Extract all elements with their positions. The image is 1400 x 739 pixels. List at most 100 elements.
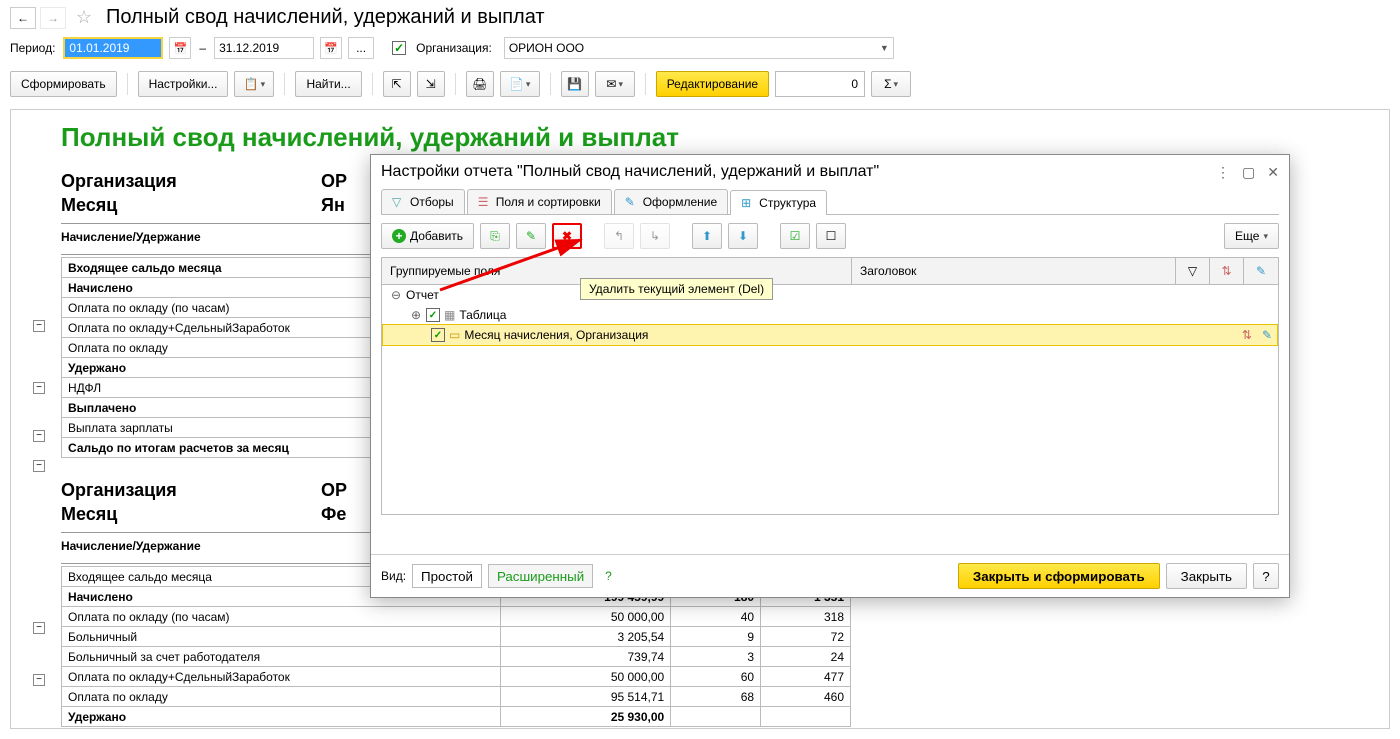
close-and-generate-button[interactable]: Закрыть и сформировать (958, 563, 1160, 589)
outline-collapse-icon[interactable]: − (33, 460, 45, 472)
table-row[interactable]: Оплата по окладу+СдельныйЗаработок50 000… (62, 667, 851, 687)
month-header-value: Фе (321, 502, 346, 526)
number-input[interactable] (775, 71, 865, 97)
find-button[interactable]: Найти... (295, 71, 361, 97)
edit-item-icon[interactable]: ✎ (516, 223, 546, 249)
table-row[interactable]: Оплата по окладу95 514,7168460 (62, 687, 851, 707)
table-icon: ▦ (444, 308, 455, 322)
tree-row-table[interactable]: ⊕ ✓ ▦ Таблица (382, 305, 1278, 325)
row-style-icon[interactable]: ✎ (1262, 328, 1272, 342)
chevron-down-icon: ▼ (880, 43, 889, 53)
period-label: Период: (10, 41, 55, 55)
outline-gutter: − − − − − − (33, 320, 53, 729)
tree-checkbox[interactable]: ✓ (431, 328, 445, 342)
month-header-value: Ян (321, 193, 345, 217)
month-header-label: Месяц (61, 502, 321, 526)
table-row[interactable]: Больничный3 205,54972 (62, 627, 851, 647)
forward-button[interactable]: → (40, 7, 66, 29)
collapse-all-icon[interactable]: ⇲ (417, 71, 445, 97)
page-title: Полный свод начислений, удержаний и выпл… (106, 6, 545, 29)
tree-row-report[interactable]: ⊖ Отчет (382, 285, 1278, 305)
expand-icon[interactable]: ⊕ (410, 308, 422, 322)
row-sort-icon[interactable]: ⇅ (1242, 328, 1252, 342)
report-title: Полный свод начислений, удержаний и выпл… (61, 122, 1389, 153)
tab-row: Отборы Поля и сортировки Оформление Стру… (381, 189, 1279, 215)
month-header-label: Месяц (61, 193, 321, 217)
structure-icon (741, 196, 755, 210)
filter-icon (392, 195, 406, 209)
table-row[interactable]: Удержано25 930,00 (62, 707, 851, 727)
fields-icon (478, 195, 492, 209)
org-header-value: ОР (321, 478, 347, 502)
tree-checkbox[interactable]: ✓ (426, 308, 440, 322)
tab-filters[interactable]: Отборы (381, 189, 465, 214)
maximize-icon[interactable]: ▢ (1242, 164, 1255, 181)
filter-column-icon[interactable]: ▽ (1176, 258, 1210, 284)
edit-mode-button[interactable]: Редактирование (656, 71, 769, 97)
add-group-icon[interactable]: ⎘ (480, 223, 510, 249)
check-all-icon[interactable]: ☑ (780, 223, 810, 249)
grid-header: Группируемые поля Заголовок ▽ ⇅ ✎ (381, 257, 1279, 285)
close-icon[interactable]: ✕ (1267, 164, 1279, 181)
date-from-calendar-icon[interactable]: 📅 (169, 37, 191, 59)
outline-collapse-icon[interactable]: − (33, 674, 45, 686)
outline-collapse-icon[interactable]: − (33, 320, 45, 332)
outline-collapse-icon[interactable]: − (33, 622, 45, 634)
org-value: ОРИОН ООО (509, 41, 584, 55)
date-to-input[interactable] (214, 37, 314, 59)
uncheck-all-icon[interactable]: ☐ (816, 223, 846, 249)
close-button[interactable]: Закрыть (1166, 563, 1247, 589)
org-label: Организация: (416, 41, 492, 55)
org-select[interactable]: ОРИОН ООО ▼ (504, 37, 894, 59)
mode-simple-button[interactable]: Простой (412, 564, 482, 588)
print-icon[interactable]: 🖨 (466, 71, 494, 97)
tab-fields[interactable]: Поля и сортировки (467, 189, 612, 214)
delete-tooltip: Удалить текущий элемент (Del) (580, 278, 773, 300)
sigma-button[interactable]: Σ▾ (871, 71, 911, 97)
group-up-icon[interactable]: ↰ (604, 223, 634, 249)
dash: – (199, 41, 206, 55)
sort-column-icon[interactable]: ⇅ (1210, 258, 1244, 284)
delete-item-button[interactable]: ✖ (552, 223, 582, 249)
save-icon[interactable]: 💾 (561, 71, 589, 97)
print-dropdown-icon[interactable]: 📄▾ (500, 71, 540, 97)
outline-collapse-icon[interactable]: − (33, 382, 45, 394)
settings-dialog: Настройки отчета "Полный свод начислений… (370, 154, 1290, 598)
settings-variants-button[interactable]: 📋▾ (234, 71, 274, 97)
org-checkbox[interactable]: ✓ (392, 41, 406, 55)
expand-all-icon[interactable]: ⇱ (383, 71, 411, 97)
table-row[interactable]: Оплата по окладу (по часам)50 000,004031… (62, 607, 851, 627)
help-button[interactable]: ? (1253, 563, 1279, 589)
back-button[interactable]: ← (10, 7, 36, 29)
add-button[interactable]: Добавить (381, 223, 474, 249)
move-down-icon[interactable]: ⬇ (728, 223, 758, 249)
table-row[interactable]: Больничный за счет работодателя739,74324 (62, 647, 851, 667)
chevron-down-icon: ▾ (1263, 231, 1268, 242)
grid-col-title: Заголовок (852, 258, 1176, 284)
date-from-input[interactable] (65, 39, 161, 57)
kebab-menu-icon[interactable]: ⋮ (1216, 164, 1230, 181)
mode-advanced-button[interactable]: Расширенный (488, 564, 593, 588)
style-column-icon[interactable]: ✎ (1244, 258, 1278, 284)
favorite-star-icon[interactable]: ☆ (74, 8, 94, 28)
date-to-calendar-icon[interactable]: 📅 (320, 37, 342, 59)
outline-collapse-icon[interactable]: − (33, 430, 45, 442)
date-from-wrapper (63, 37, 163, 59)
collapse-icon[interactable]: ⊖ (390, 288, 402, 302)
view-label: Вид: (381, 569, 406, 583)
grid-body[interactable]: ⊖ Отчет ⊕ ✓ ▦ Таблица ✓ ▭ Месяц начислен… (381, 285, 1279, 515)
group-icon: ▭ (449, 328, 460, 342)
more-button[interactable]: Еще ▾ (1224, 223, 1279, 249)
settings-button[interactable]: Настройки... (138, 71, 229, 97)
tree-row-selected[interactable]: ✓ ▭ Месяц начисления, Организация ⇅ ✎ (382, 324, 1278, 346)
move-up-icon[interactable]: ⬆ (692, 223, 722, 249)
period-dialog-button[interactable]: ... (348, 37, 374, 59)
org-header-label: Организация (61, 169, 321, 193)
help-link[interactable]: ? (605, 569, 612, 583)
group-down-icon[interactable]: ↳ (640, 223, 670, 249)
org-header-label: Организация (61, 478, 321, 502)
generate-button[interactable]: Сформировать (10, 71, 117, 97)
tab-style[interactable]: Оформление (614, 189, 728, 214)
email-icon[interactable]: ✉▾ (595, 71, 635, 97)
tab-structure[interactable]: Структура (730, 190, 827, 215)
